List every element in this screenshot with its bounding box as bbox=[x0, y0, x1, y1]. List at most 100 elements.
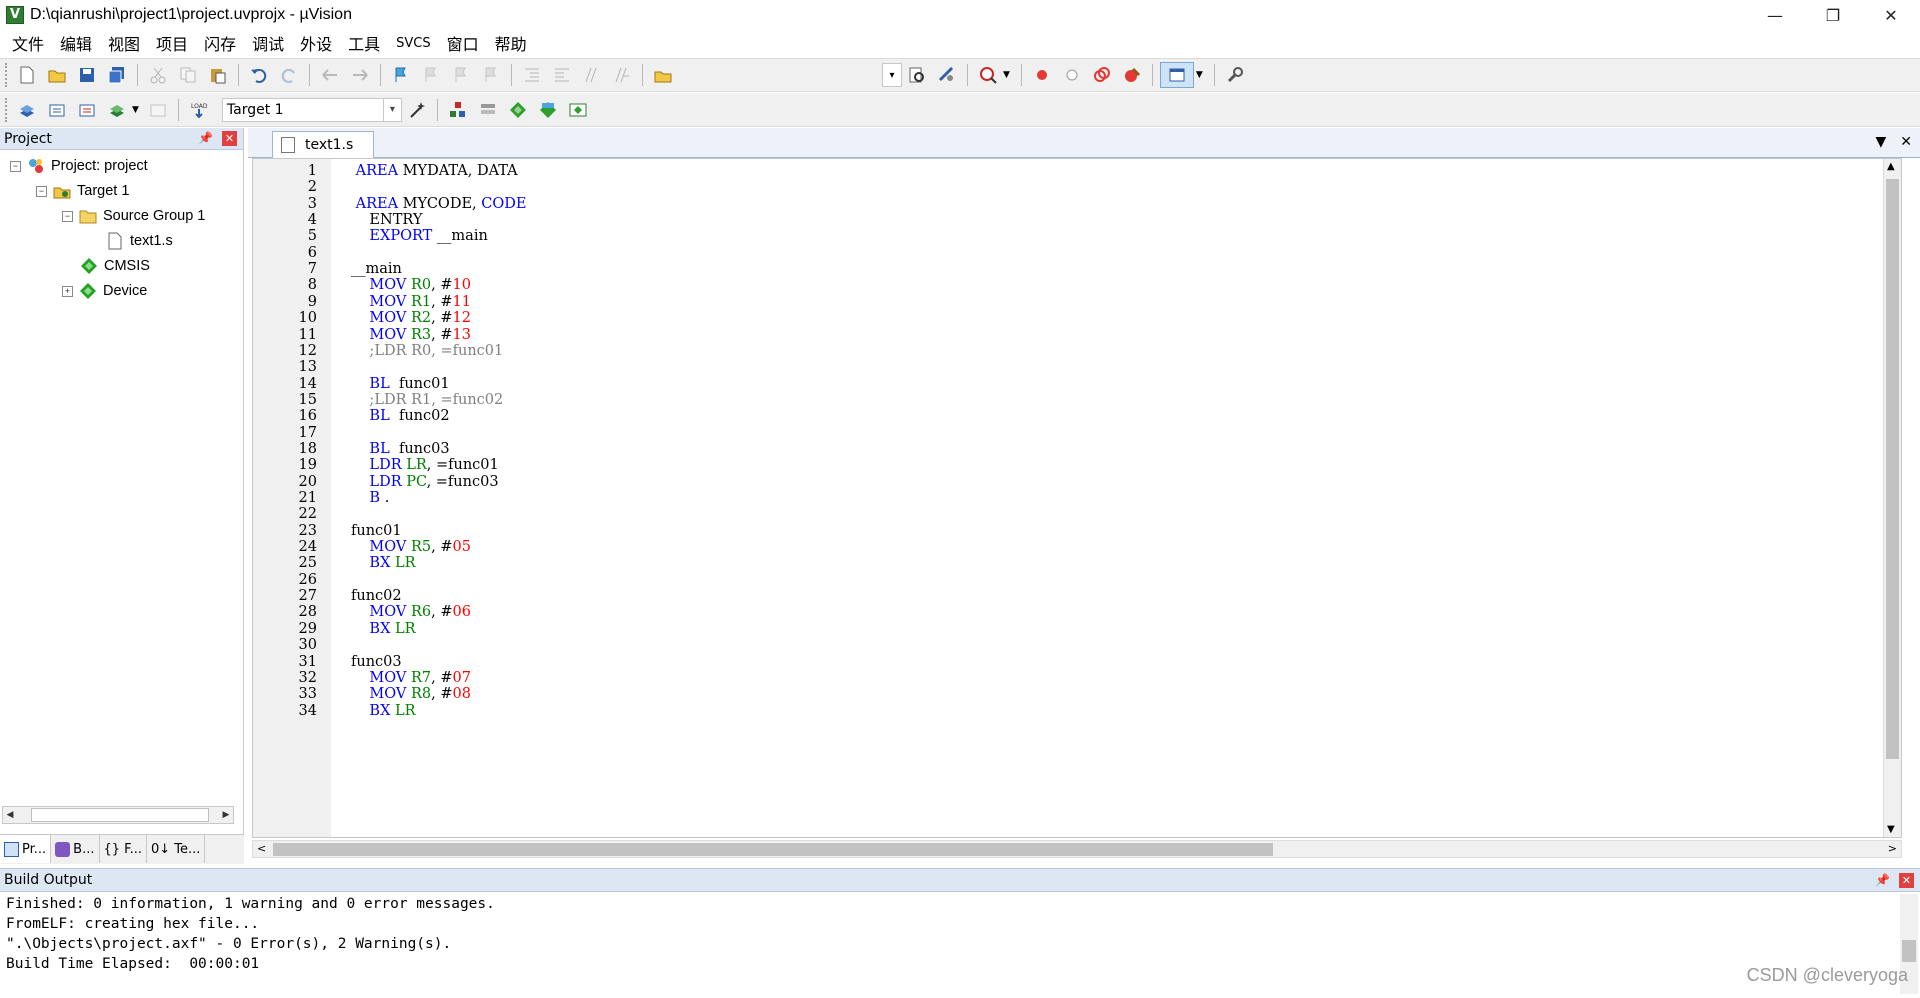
restore-button[interactable]: ❐ bbox=[1804, 0, 1862, 30]
tab-templates[interactable]: 0↓ Te... bbox=[147, 835, 206, 863]
disable-all-breakpoints-button[interactable] bbox=[1089, 62, 1115, 88]
menu-view[interactable]: 视图 bbox=[100, 31, 148, 55]
stop-build-button[interactable] bbox=[145, 97, 171, 123]
close-button[interactable]: ✕ bbox=[1862, 0, 1920, 30]
menu-flash[interactable]: 闪存 bbox=[196, 31, 244, 55]
editor-hscrollbar[interactable]: < > bbox=[252, 840, 1902, 858]
scroll-left-icon[interactable]: ◀ bbox=[3, 807, 17, 823]
paste-button[interactable] bbox=[205, 62, 231, 88]
tree-item-device[interactable]: + Device bbox=[62, 279, 147, 303]
build-button[interactable] bbox=[44, 97, 70, 123]
enable-breakpoint-button[interactable] bbox=[1059, 62, 1085, 88]
cut-button[interactable] bbox=[145, 62, 171, 88]
target-options-button[interactable] bbox=[404, 97, 430, 123]
tree-item-source-group[interactable]: − Source Group 1 bbox=[62, 204, 205, 228]
save-button[interactable] bbox=[74, 62, 100, 88]
scroll-right-icon[interactable]: > bbox=[1888, 842, 1897, 855]
target-select[interactable]: Target 1 ▾ bbox=[221, 97, 402, 122]
minimize-button[interactable]: — bbox=[1746, 0, 1804, 30]
download-button[interactable]: LOAD bbox=[186, 97, 212, 123]
menu-help[interactable]: 帮助 bbox=[487, 31, 535, 55]
window-layout-button[interactable] bbox=[1159, 62, 1194, 88]
tab-text1-s[interactable]: text1.s bbox=[272, 131, 374, 158]
pack-installer-window-button[interactable] bbox=[565, 97, 591, 123]
configure-button[interactable] bbox=[1222, 62, 1248, 88]
uncomment-button[interactable] bbox=[609, 62, 635, 88]
redo-button[interactable] bbox=[276, 62, 302, 88]
unindent-button[interactable] bbox=[549, 62, 575, 88]
menu-debug[interactable]: 调试 bbox=[244, 31, 292, 55]
close-panel-icon[interactable]: ✕ bbox=[222, 131, 237, 146]
build-output-text[interactable]: Finished: 0 information, 1 warning and 0… bbox=[0, 892, 1920, 998]
batch-build-button[interactable] bbox=[104, 97, 130, 123]
editor-vscrollbar[interactable]: ▲ ▼ bbox=[1883, 159, 1901, 837]
close-tab-icon[interactable]: ✕ bbox=[1900, 134, 1912, 150]
tab-functions[interactable]: {} F... bbox=[100, 835, 147, 863]
pin-icon[interactable]: 📌 bbox=[198, 131, 213, 145]
select-packs-button[interactable] bbox=[475, 97, 501, 123]
navigate-forward-button[interactable] bbox=[347, 62, 373, 88]
undo-button[interactable] bbox=[246, 62, 272, 88]
collapse-icon[interactable]: − bbox=[10, 160, 21, 172]
tree-item-cmsis[interactable]: CMSIS bbox=[80, 254, 150, 278]
scroll-up-icon[interactable]: ▲ bbox=[1887, 161, 1895, 172]
insert-bookmark-button[interactable] bbox=[388, 62, 414, 88]
scroll-down-icon[interactable]: ▼ bbox=[1887, 824, 1895, 835]
window-layout-dropdown-arrow[interactable]: ▼ bbox=[1196, 70, 1203, 80]
menu-window[interactable]: 窗口 bbox=[439, 31, 487, 55]
code-editor[interactable]: 1 AREA MYDATA, DATA 2 3 AREA MYCODE, CODE 4… bbox=[252, 158, 1902, 838]
scroll-left-icon[interactable]: < bbox=[257, 842, 266, 855]
translate-button[interactable] bbox=[14, 97, 40, 123]
comment-button[interactable] bbox=[579, 62, 605, 88]
rebuild-button[interactable] bbox=[74, 97, 100, 123]
manage-rte-button[interactable] bbox=[505, 97, 531, 123]
previous-bookmark-button[interactable] bbox=[418, 62, 444, 88]
open-file-button[interactable] bbox=[44, 62, 70, 88]
scroll-thumb[interactable] bbox=[273, 843, 1273, 856]
indent-button[interactable] bbox=[519, 62, 545, 88]
menu-peripherals[interactable]: 外设 bbox=[292, 31, 340, 55]
manage-project-items-button[interactable] bbox=[445, 97, 471, 123]
tree-item-label: Target 1 bbox=[77, 183, 130, 199]
find-in-files-button[interactable] bbox=[650, 62, 676, 88]
expand-icon[interactable]: + bbox=[62, 285, 73, 297]
scroll-thumb[interactable] bbox=[1886, 179, 1899, 759]
tree-item-file[interactable]: text1.s bbox=[106, 229, 173, 253]
scroll-thumb[interactable] bbox=[1902, 940, 1916, 962]
menu-project[interactable]: 项目 bbox=[148, 31, 196, 55]
batch-build-dropdown-arrow[interactable]: ▼ bbox=[132, 105, 139, 115]
project-panel-hscrollbar[interactable]: ◀ ▶ bbox=[2, 806, 234, 824]
scroll-thumb[interactable] bbox=[31, 808, 209, 822]
menu-file[interactable]: 文件 bbox=[4, 31, 52, 55]
target-select-value: Target 1 bbox=[226, 101, 284, 118]
kill-all-breakpoints-button[interactable] bbox=[1119, 62, 1145, 88]
find-button[interactable] bbox=[904, 62, 930, 88]
collapse-icon[interactable]: − bbox=[62, 210, 73, 222]
save-all-button[interactable] bbox=[104, 62, 130, 88]
new-file-button[interactable] bbox=[14, 62, 40, 88]
menu-edit[interactable]: 编辑 bbox=[52, 31, 100, 55]
debug-dropdown-arrow[interactable]: ▼ bbox=[1003, 70, 1010, 80]
next-bookmark-button[interactable] bbox=[448, 62, 474, 88]
clear-bookmarks-button[interactable] bbox=[478, 62, 504, 88]
start-debug-button[interactable] bbox=[975, 62, 1001, 88]
menu-tools[interactable]: 工具 bbox=[340, 31, 388, 55]
pin-icon[interactable]: 📌 bbox=[1875, 873, 1890, 887]
close-panel-icon[interactable]: ✕ bbox=[1899, 873, 1914, 888]
menu-svcs[interactable]: SVCS bbox=[388, 36, 438, 51]
collapse-icon[interactable]: − bbox=[36, 185, 47, 197]
pack-installer-button[interactable] bbox=[535, 97, 561, 123]
tab-books[interactable]: B... bbox=[51, 835, 100, 863]
folder-icon bbox=[79, 210, 97, 224]
tab-project[interactable]: Pr... bbox=[0, 835, 52, 863]
incremental-find-button[interactable] bbox=[934, 62, 960, 88]
file-icon bbox=[281, 137, 295, 153]
find-combo-dropdown[interactable]: ▾ bbox=[882, 63, 902, 87]
tree-item-target[interactable]: − Target 1 bbox=[36, 179, 129, 203]
tree-item-project[interactable]: − Project: project bbox=[10, 154, 148, 178]
scroll-right-icon[interactable]: ▶ bbox=[219, 807, 233, 823]
insert-breakpoint-button[interactable] bbox=[1029, 62, 1055, 88]
navigate-back-button[interactable] bbox=[317, 62, 343, 88]
tab-list-dropdown-icon[interactable]: ▼ bbox=[1875, 134, 1886, 150]
copy-button[interactable] bbox=[175, 62, 201, 88]
